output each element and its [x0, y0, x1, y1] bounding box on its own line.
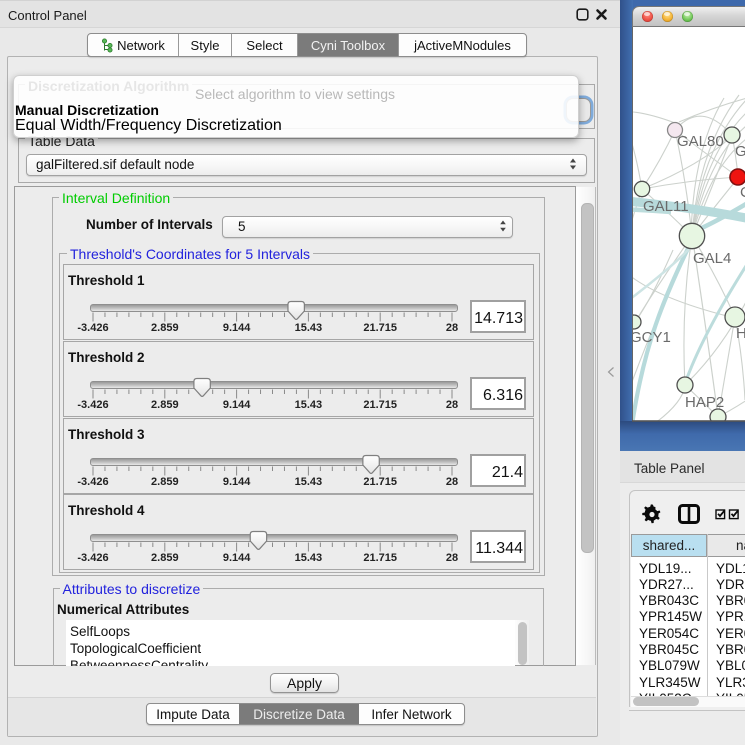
svg-text:CD: CD [740, 184, 745, 201]
svg-text:GAL80: GAL80 [677, 133, 724, 150]
svg-text:GCY1: GCY1 [633, 329, 671, 346]
svg-text:GAL4: GAL4 [693, 250, 731, 267]
svg-text:GAL11: GAL11 [643, 198, 689, 215]
svg-text:HAP2: HAP2 [685, 394, 724, 411]
svg-text:HI: HI [736, 325, 745, 342]
svg-text:GAL1: GAL1 [735, 143, 745, 160]
